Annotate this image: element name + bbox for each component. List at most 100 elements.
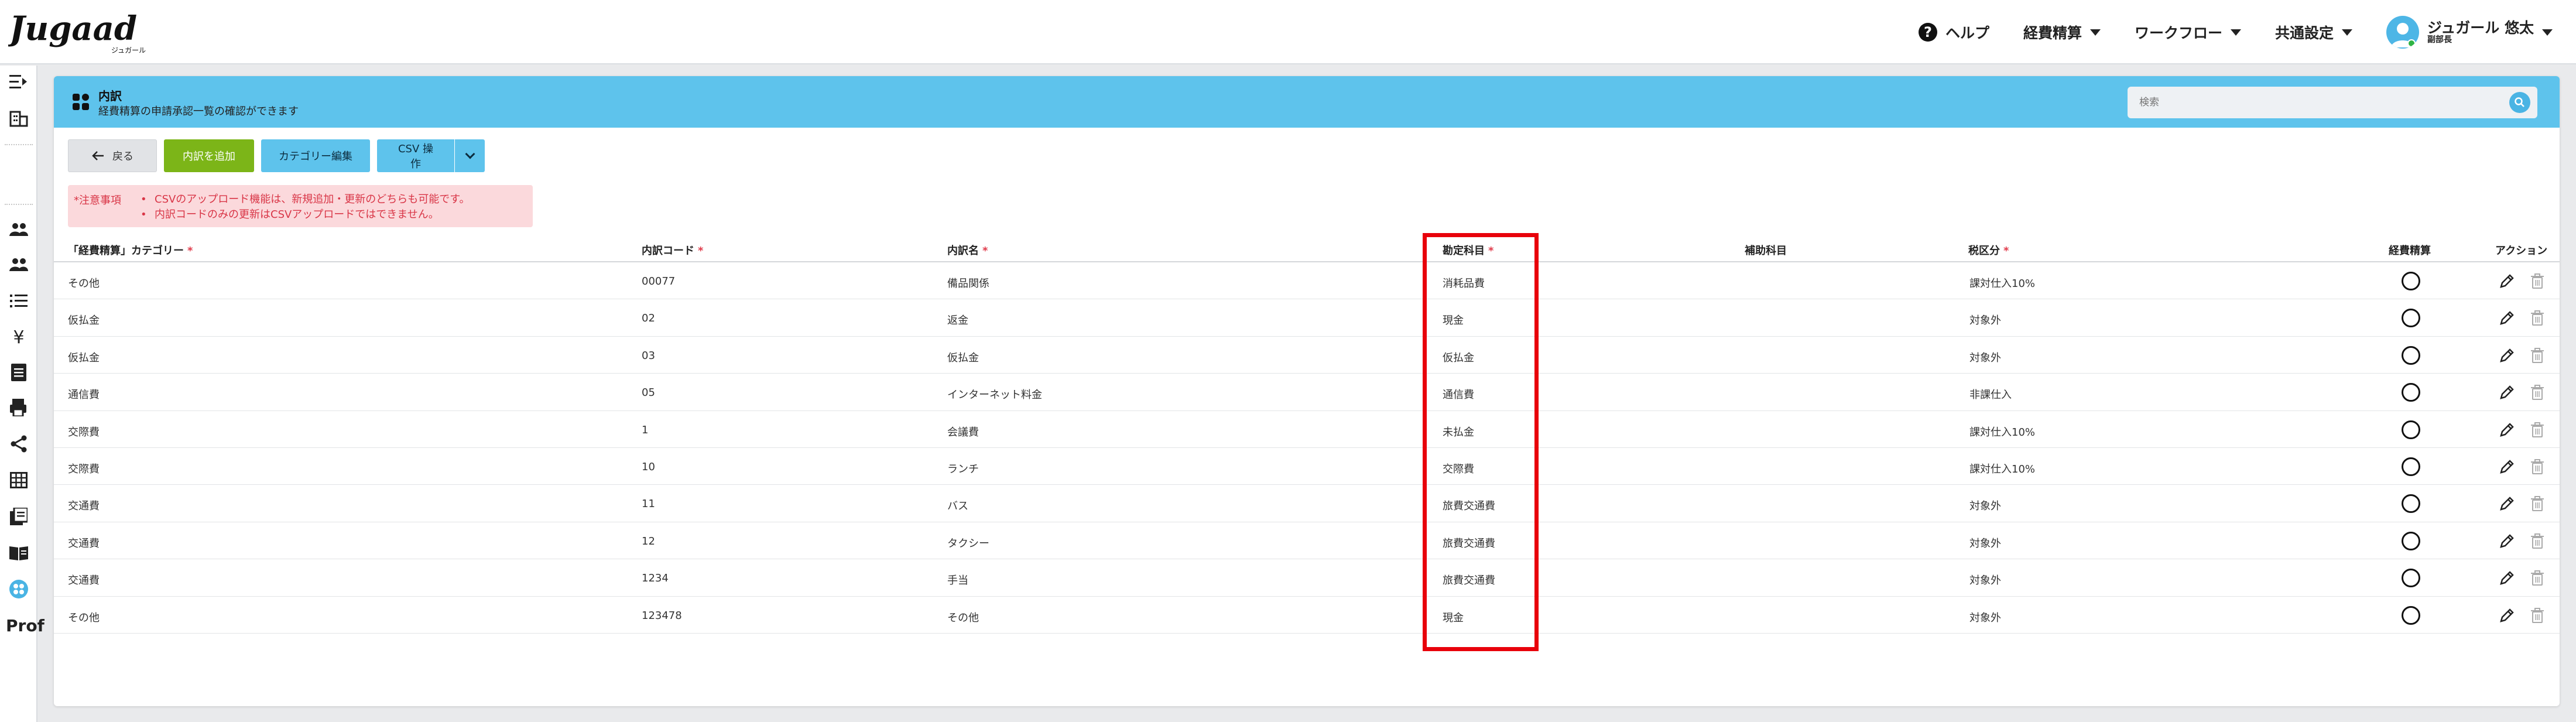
caret-down-icon (2090, 29, 2101, 36)
table-row: その他 00077 備品関係 消耗品費 課対仕入10% (54, 262, 2560, 300)
edit-pencil-icon[interactable] (2499, 422, 2515, 438)
cell-name: 会議費 (947, 426, 979, 439)
table-row: 仮払金 03 仮払金 仮払金 対象外 (54, 337, 2560, 374)
cell-tax: 課対仕入10% (1969, 278, 2036, 290)
cell-name: その他 (947, 611, 979, 624)
cell-code: 10 (642, 460, 655, 473)
delete-trash-icon[interactable] (2529, 310, 2546, 326)
col-header-expense: 経費精算 (2389, 245, 2431, 257)
notice-list: CSVのアップロード機能は、新規追加・更新のどちらも可能です。 内訳コードのみの… (141, 192, 470, 223)
copy-documents-icon[interactable] (8, 506, 29, 527)
toolbar: 戻る 内訳を追加 カテゴリー編集 CSV 操作 (68, 139, 485, 172)
share-icon[interactable] (8, 433, 29, 454)
sidebar-prof-label[interactable]: Prof (6, 616, 44, 635)
edit-pencil-icon[interactable] (2499, 607, 2515, 624)
search-button[interactable] (2509, 92, 2530, 113)
search-input[interactable] (2128, 87, 2537, 118)
table-row: 交通費 11 バス 旅費交通費 対象外 (54, 485, 2560, 522)
delete-trash-icon[interactable] (2529, 384, 2546, 401)
left-sidebar: ¥ Prof (0, 66, 44, 722)
col-header-action: アクション (2495, 245, 2548, 257)
expense-enabled-circle-icon (2402, 272, 2420, 290)
edit-pencil-icon[interactable] (2499, 495, 2515, 512)
edit-pencil-icon[interactable] (2499, 273, 2515, 289)
table-row: 仮払金 02 返金 現金 対象外 (54, 299, 2560, 337)
edit-pencil-icon[interactable] (2499, 384, 2515, 401)
help-icon: ? (1918, 23, 1937, 42)
jugaad-logo[interactable]: Jugaad ジュガール (8, 9, 149, 56)
edit-pencil-icon[interactable] (2499, 347, 2515, 364)
arrow-left-icon (92, 151, 104, 160)
delete-trash-icon[interactable] (2529, 607, 2546, 624)
col-header-tax: 税区分 * (1968, 245, 2009, 257)
cell-name: 返金 (947, 314, 968, 327)
user-role: 副部長 (2427, 35, 2452, 45)
edit-category-button[interactable]: カテゴリー編集 (261, 139, 370, 172)
table-body: その他 00077 備品関係 消耗品費 課対仕入10% 仮払金 02 返金 現金 対象外 仮払金 03… (54, 262, 2560, 634)
active-breakdown-icon[interactable] (8, 579, 29, 600)
svg-text:Jugaad: Jugaad (8, 9, 137, 48)
col-header-name: 内訳名 * (947, 245, 988, 257)
cell-category: 仮払金 (68, 314, 100, 327)
delete-trash-icon[interactable] (2529, 533, 2546, 549)
csv-dropdown-toggle[interactable] (454, 139, 485, 172)
cell-name: タクシー (947, 537, 989, 550)
yen-icon[interactable]: ¥ (8, 327, 29, 348)
notice-item: CSVのアップロード機能は、新規追加・更新のどちらも可能です。 (141, 192, 470, 207)
help-label: ヘルプ (1945, 25, 1989, 42)
back-button[interactable]: 戻る (68, 139, 157, 172)
nav-menu-expense[interactable]: 経費精算 (2023, 22, 2101, 43)
delete-trash-icon[interactable] (2529, 422, 2546, 438)
delete-trash-icon[interactable] (2529, 458, 2546, 475)
edit-pencil-icon[interactable] (2499, 458, 2515, 475)
team-icon[interactable] (8, 254, 29, 275)
document-icon[interactable] (8, 362, 29, 383)
delete-trash-icon[interactable] (2529, 347, 2546, 364)
nav-menu-expense-label: 経費精算 (2023, 25, 2082, 42)
nav-menu-common-settings[interactable]: 共通設定 (2275, 22, 2353, 43)
user-menu[interactable]: ジュガール 悠太 副部長 (2386, 16, 2553, 49)
expense-enabled-circle-icon (2402, 494, 2420, 514)
cell-name: バス (947, 500, 968, 513)
sidebar-divider (5, 144, 33, 145)
expense-enabled-circle-icon (2402, 569, 2420, 588)
cell-code: 00077 (642, 275, 676, 288)
caret-down-icon (2231, 29, 2242, 36)
sidebar-divider (5, 204, 33, 205)
edit-pencil-icon[interactable] (2499, 570, 2515, 586)
delete-trash-icon[interactable] (2529, 495, 2546, 512)
notice-label: *注意事項 (74, 194, 121, 207)
online-status-dot (2407, 39, 2416, 47)
delete-trash-icon[interactable] (2529, 273, 2546, 289)
edit-pencil-icon[interactable] (2499, 310, 2515, 326)
cell-tax: 非課仕入 (1969, 389, 2012, 402)
col-header-category: 「経費精算」カテゴリー * (68, 245, 193, 257)
account-column-highlight (1423, 233, 1539, 651)
building-icon[interactable] (8, 108, 29, 129)
table-header: 「経費精算」カテゴリー * 内訳コード * 内訳名 * 勘定科目 * 補助科目 税区分 *… (54, 239, 2560, 262)
notice-item: 内訳コードのみの更新はCSVアップロードではできません。 (141, 207, 470, 223)
delete-trash-icon[interactable] (2529, 570, 2546, 586)
csv-operation-button[interactable]: CSV 操作 (377, 139, 454, 172)
expand-sidebar-icon[interactable] (8, 71, 29, 93)
cell-name: 備品関係 (947, 278, 989, 290)
cell-tax: 対象外 (1969, 611, 2001, 624)
book-icon[interactable] (8, 542, 29, 563)
cell-tax: 対象外 (1969, 500, 2001, 513)
users-icon[interactable] (8, 219, 29, 240)
nav-menu-workflow[interactable]: ワークフロー (2135, 22, 2242, 43)
cell-category: その他 (68, 611, 100, 624)
printer-icon[interactable] (8, 397, 29, 418)
table-grid-icon[interactable] (8, 470, 29, 491)
list-icon[interactable] (8, 290, 29, 312)
add-breakdown-button[interactable]: 内訳を追加 (164, 139, 254, 172)
table-row: 交通費 1234 手当 旅費交通費 対象外 (54, 559, 2560, 597)
cell-tax: 課対仕入10% (1969, 463, 2036, 475)
top-nav: ? ヘルプ 経費精算 ワークフロー 共通設定 ジュガール 悠太 副部長 (1918, 0, 2553, 64)
svg-text:ジュガール: ジュガール (111, 46, 146, 54)
edit-pencil-icon[interactable] (2499, 533, 2515, 549)
col-header-code: 内訳コード * (642, 245, 704, 257)
expense-enabled-circle-icon (2402, 457, 2420, 476)
help-link[interactable]: ? ヘルプ (1918, 22, 1989, 43)
cell-category: 交通費 (68, 500, 100, 513)
